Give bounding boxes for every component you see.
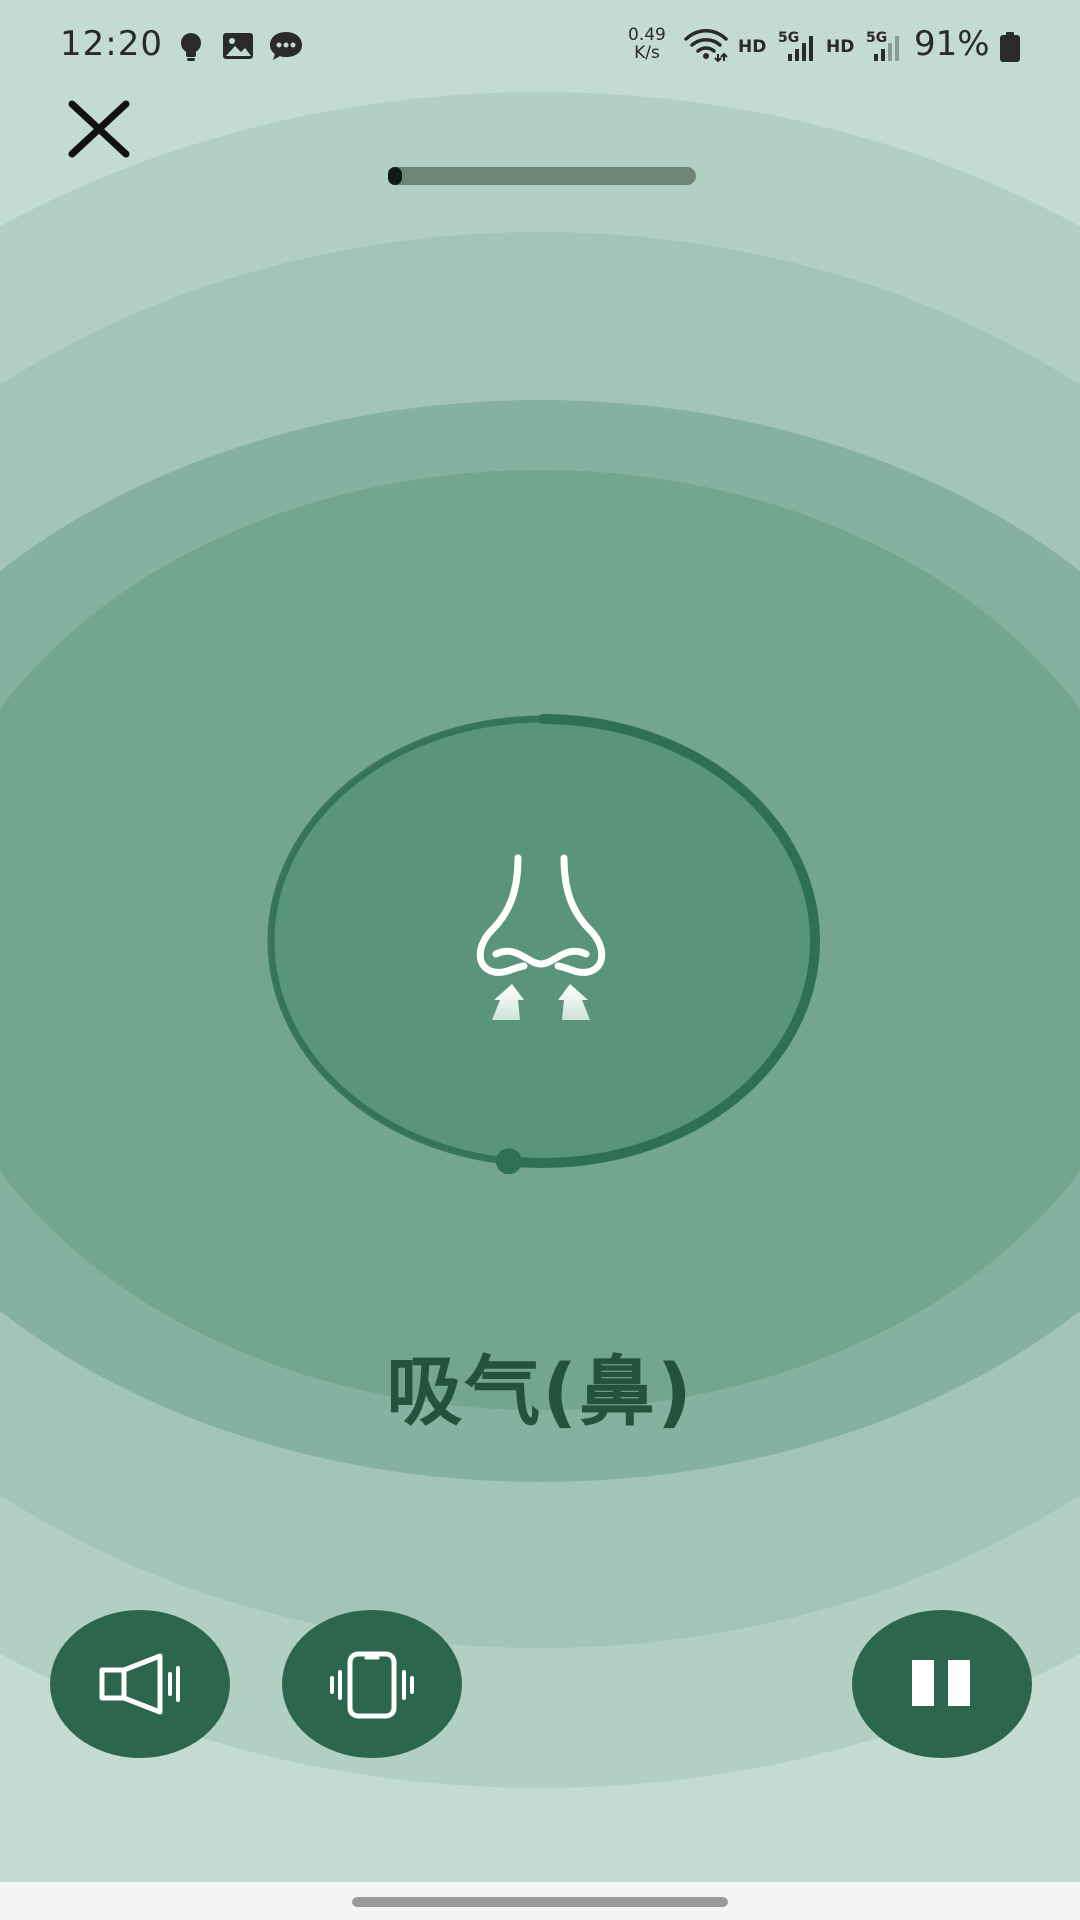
breathing-screen: 12:20 0.49 K/s HD 5G HD 5G 91% 吸气(鼻) [0,0,1080,1920]
network-speed-value: 0.49 [628,25,666,45]
pause-icon [912,1660,970,1706]
bulb-icon [181,33,201,61]
session-progress-fill [388,167,402,185]
nose-inhale-icon [476,854,606,1020]
vibrate-toggle-button[interactable] [282,1610,462,1758]
signal-icon-1 [788,36,813,61]
status-bar: 12:20 0.49 K/s HD 5G HD 5G 91% [0,0,1080,92]
image-icon [223,33,253,59]
status-time: 12:20 [60,24,163,64]
session-progress-bar [388,167,696,185]
pause-button[interactable] [852,1610,1032,1758]
network-speed: 0.49 K/s [628,26,666,62]
sound-toggle-button[interactable] [50,1610,230,1758]
battery-percent: 91% [914,24,990,64]
breath-phase-label: 吸气(鼻) [386,1347,694,1436]
signal-icon-2 [874,36,899,61]
close-button[interactable] [64,98,134,160]
battery-icon [1000,32,1020,62]
network-speed-unit: K/s [634,43,660,63]
progress-knob [495,1148,522,1174]
chat-icon [270,32,302,60]
hd-label-1: HD [738,37,767,57]
speaker-icon [99,1653,180,1715]
vibrate-icon [330,1651,414,1719]
close-icon [68,100,130,158]
navigation-bar [0,1882,1080,1920]
home-gesture-handle[interactable] [352,1897,728,1907]
wifi-icon [684,29,728,62]
hd-label-2: HD [826,37,855,57]
